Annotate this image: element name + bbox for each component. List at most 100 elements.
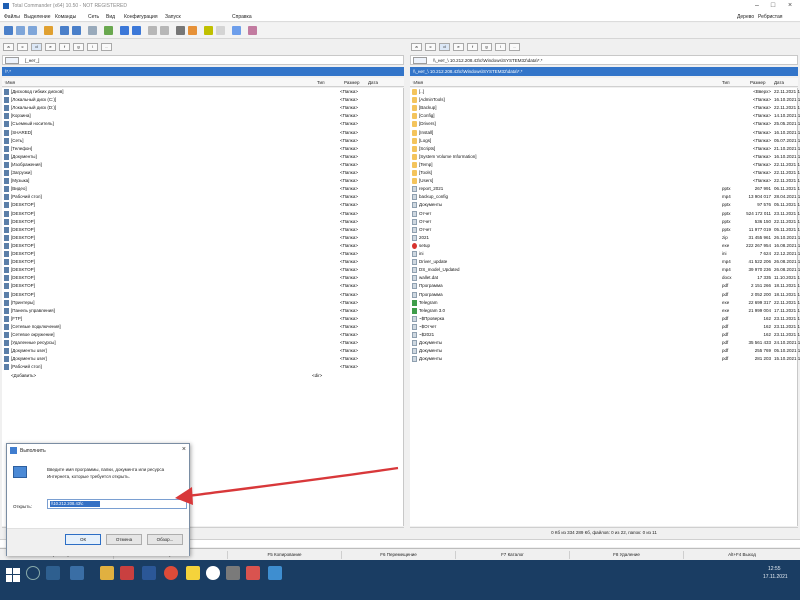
right-drive-dropdown[interactable] bbox=[413, 57, 427, 64]
copy-names-icon[interactable] bbox=[232, 26, 241, 35]
file-row[interactable]: [Видео] <Папка> bbox=[2, 185, 403, 193]
file-row[interactable]: setup exe 222 267 954 16.08.2021 1 bbox=[410, 242, 800, 250]
file-row[interactable]: ini ini 7 624 22.12.2021 1 bbox=[410, 250, 800, 258]
file-row[interactable]: [DESKTOP] <Папка> bbox=[2, 291, 403, 299]
file-row[interactable]: [Загрузки] <Папка> bbox=[2, 169, 403, 177]
drive-net-button[interactable]: \ bbox=[87, 43, 98, 51]
task-view-icon[interactable] bbox=[46, 566, 60, 580]
clock-time[interactable]: 12:55 bbox=[768, 566, 781, 572]
drive-a-button-right[interactable]: a bbox=[411, 43, 422, 51]
unpack-icon[interactable] bbox=[104, 26, 113, 35]
alt-f4-exit-button[interactable]: Alt+F4 Выход bbox=[684, 551, 800, 559]
right-header-size[interactable]: Размер bbox=[750, 80, 765, 85]
pack-icon[interactable] bbox=[88, 26, 97, 35]
file-row[interactable]: [AdminTools] <Папка> 16.10.2021 1 bbox=[410, 96, 800, 104]
f5-copy-button[interactable]: F5 Копирование bbox=[228, 551, 342, 559]
menu-commands[interactable]: Команды bbox=[55, 14, 76, 20]
drive-net-button-right[interactable]: \ bbox=[495, 43, 506, 51]
file-row[interactable]: [Документы] <Папка> bbox=[2, 153, 403, 161]
file-row[interactable]: Программа pdf 2 151 266 18.11.2021 1 bbox=[410, 282, 800, 290]
menu-config[interactable]: Конфигурация bbox=[124, 14, 158, 20]
right-header-type[interactable]: Тип bbox=[722, 80, 730, 85]
right-path-bar[interactable]: \\_нет_\ 10.212.208.43\c\Windows\SYSTEM3… bbox=[410, 55, 798, 65]
left-drive-dropdown[interactable] bbox=[5, 57, 19, 64]
file-row[interactable]: [FTP] <Папка> bbox=[2, 315, 403, 323]
file-row[interactable]: Отчет pptx 11 977 019 05.11.2021 1 bbox=[410, 226, 800, 234]
drive-d-button-right[interactable]: d bbox=[439, 43, 450, 51]
back-icon[interactable] bbox=[60, 26, 69, 35]
menu-run[interactable]: Запуск bbox=[165, 14, 181, 20]
file-row[interactable]: [DESKTOP] <Папка> bbox=[2, 201, 403, 209]
drive-g-button-right[interactable]: g bbox=[481, 43, 492, 51]
app-icon-2[interactable] bbox=[186, 566, 200, 580]
app-icon-1[interactable] bbox=[120, 566, 134, 580]
chrome-icon[interactable] bbox=[164, 566, 178, 580]
cancel-button[interactable]: Отмена bbox=[106, 534, 142, 545]
app-icon-4[interactable] bbox=[246, 566, 260, 580]
browse-button[interactable]: Обзор... bbox=[147, 534, 183, 545]
file-row[interactable]: [Рабочий стол] <Папка> bbox=[2, 363, 403, 371]
drive-c-button[interactable]: c bbox=[17, 43, 28, 51]
file-row[interactable]: [Дисковод гибких дисков] <Папка> bbox=[2, 88, 403, 96]
f7-mkdir-button[interactable]: F7 Каталог bbox=[456, 551, 570, 559]
file-row[interactable]: [Scripts] <Папка> 21.10.2021 1 bbox=[410, 145, 800, 153]
file-row[interactable]: [Панель управления] <Папка> bbox=[2, 307, 403, 315]
file-row[interactable]: [Users] <Папка> 22.11.2021 1 bbox=[410, 177, 800, 185]
view-brief-icon[interactable] bbox=[16, 26, 25, 35]
file-row[interactable]: Программа pdf 2 052 200 18.11.2021 1 bbox=[410, 291, 800, 299]
menu-rib[interactable]: Ребристая bbox=[758, 14, 783, 20]
right-header-name[interactable]: ↑Имя bbox=[412, 80, 423, 85]
run-input[interactable]: \\10.212.208.43\c bbox=[47, 499, 187, 509]
file-row[interactable]: [DESKTOP] <Папка> bbox=[2, 226, 403, 234]
file-row[interactable]: [Сетевые подключения] <Папка> bbox=[2, 323, 403, 331]
f8-delete-button[interactable]: F8 Удаление bbox=[570, 551, 684, 559]
minimize-button[interactable]: – bbox=[750, 1, 764, 11]
menu-selection[interactable]: Выделение bbox=[24, 14, 51, 20]
file-row[interactable]: [DESKTOP] <Папка> bbox=[2, 218, 403, 226]
file-row[interactable]: [Корзина] <Папка> bbox=[2, 112, 403, 120]
right-current-path[interactable]: \\_нет_\ 10.212.208.43\c\Windows\SYSTEM3… bbox=[410, 67, 798, 76]
ftp-icon[interactable] bbox=[120, 26, 129, 35]
drive-f-button[interactable]: f bbox=[59, 43, 70, 51]
file-row[interactable]: [DESKTOP] <Папка> bbox=[2, 274, 403, 282]
close-icon[interactable]: × bbox=[182, 446, 186, 453]
menu-net[interactable]: Сеть bbox=[88, 14, 99, 20]
file-row[interactable]: Telegram 3.0 exe 21 999 004 17.11.2021 1 bbox=[410, 307, 800, 315]
file-row[interactable]: [SHARED] <Папка> bbox=[2, 129, 403, 137]
file-row[interactable]: backup_config mp4 13 904 017 28.04.2021 1 bbox=[410, 193, 800, 201]
network-icon[interactable] bbox=[248, 26, 257, 35]
file-row[interactable]: [Съемный носитель] <Папка> bbox=[2, 120, 403, 128]
left-header-name[interactable]: ↑Имя bbox=[4, 80, 15, 85]
search-icon[interactable] bbox=[148, 26, 157, 35]
menu-files[interactable]: Файлы bbox=[4, 14, 20, 20]
file-row[interactable]: Документы pdf 255 769 05.10.2021 1 bbox=[410, 347, 800, 355]
left-path-bar[interactable]: [_нет_] bbox=[2, 55, 404, 65]
right-header-date[interactable]: Дата bbox=[774, 80, 784, 85]
file-row[interactable]: [DESKTOP] <Папка> bbox=[2, 266, 403, 274]
compare-icon[interactable] bbox=[188, 26, 197, 35]
file-row[interactable]: [Локальный диск (D:)] <Папка> bbox=[2, 104, 403, 112]
drive-f-button-right[interactable]: f bbox=[467, 43, 478, 51]
file-row[interactable]: [Tools] <Папка> 22.11.2021 1 bbox=[410, 169, 800, 177]
yandex-icon[interactable] bbox=[206, 566, 220, 580]
drive-up-button[interactable]: .. bbox=[101, 43, 112, 51]
drive-d-button[interactable]: d bbox=[31, 43, 42, 51]
file-row[interactable]: [Удаленные ресурсы] <Папка> bbox=[2, 339, 403, 347]
f6-move-button[interactable]: F6 Перемещение bbox=[342, 551, 456, 559]
file-row[interactable]: [System Volume Information] <Папка> 16.10.… bbox=[410, 153, 800, 161]
file-row[interactable]: [DESKTOP] <Папка> bbox=[2, 242, 403, 250]
file-row[interactable]: Отчет pptx 524 172 011 23.11.2021 1 bbox=[410, 210, 800, 218]
file-row[interactable]: wallet.dat docx 17 335 11.10.2021 1 bbox=[410, 274, 800, 282]
file-row[interactable]: [Музыка] <Папка> bbox=[2, 177, 403, 185]
view-full-icon[interactable] bbox=[28, 26, 37, 35]
drive-g-button[interactable]: g bbox=[73, 43, 84, 51]
tree-icon[interactable] bbox=[44, 26, 53, 35]
file-row[interactable]: Driver_update mp4 41 522 206 26.08.2021 1 bbox=[410, 258, 800, 266]
menu-view[interactable]: Вид bbox=[106, 14, 115, 20]
file-row[interactable]: [DESKTOP] <Папка> bbox=[2, 210, 403, 218]
file-row[interactable]: Telegram exe 22 699 317 22.11.2021 1 bbox=[410, 299, 800, 307]
file-row[interactable]: [Сеть] <Папка> bbox=[2, 137, 403, 145]
right-file-list[interactable]: [..] <Вверх> 22.11.2021 1 [AdminTools] <Папк… bbox=[410, 88, 800, 526]
windows-start-icon[interactable] bbox=[6, 568, 20, 582]
file-row[interactable]: [DESKTOP] <Папка> bbox=[2, 282, 403, 290]
